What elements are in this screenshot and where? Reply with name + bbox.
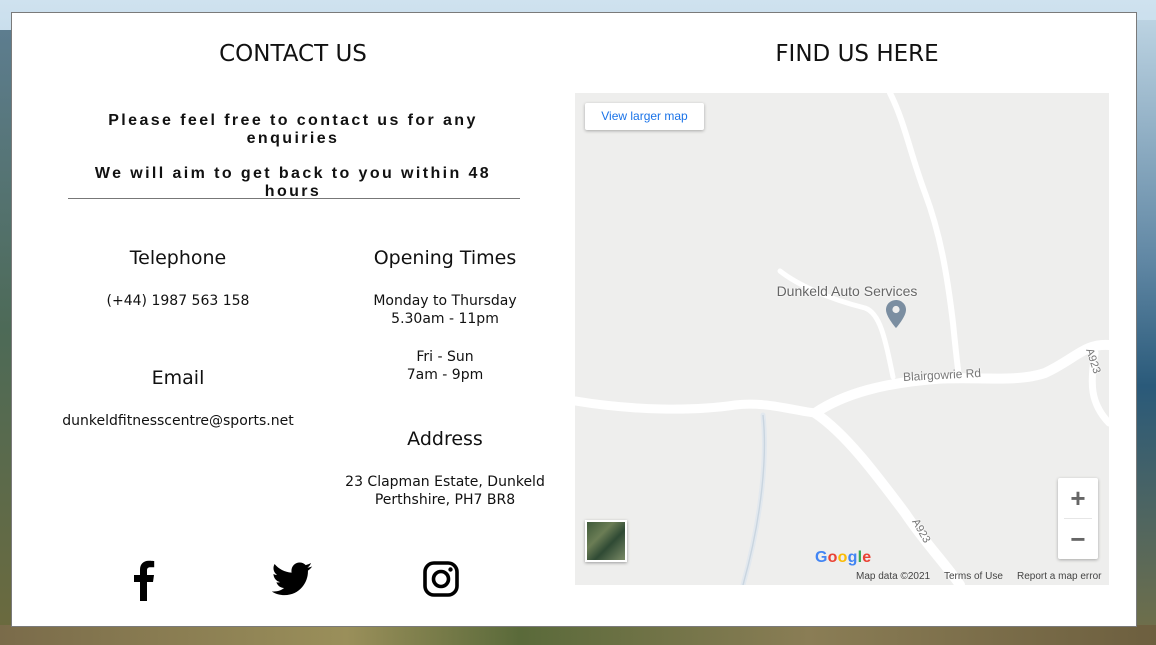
weekend-days: Fri - Sun xyxy=(416,349,474,365)
zoom-control: + − xyxy=(1058,478,1098,559)
view-larger-map-link[interactable]: View larger map xyxy=(585,103,704,130)
divider xyxy=(68,198,520,199)
facebook-icon[interactable] xyxy=(122,557,166,601)
satellite-layer-toggle[interactable] xyxy=(585,520,627,562)
contact-title: CONTACT US xyxy=(219,41,367,67)
email-address: dunkeldfitnesscentre@sports.net xyxy=(62,413,294,429)
zoom-in-button[interactable]: + xyxy=(1058,478,1098,518)
weekend-hours: 7am - 9pm xyxy=(406,367,484,383)
map-place-label[interactable]: Dunkeld Auto Services xyxy=(765,283,929,299)
telephone-number: (+44) 1987 563 158 xyxy=(106,293,250,309)
background-ground xyxy=(0,625,1156,645)
weekday-days: Monday to Thursday xyxy=(373,293,517,309)
map-pin-icon[interactable] xyxy=(886,300,906,328)
instagram-icon[interactable] xyxy=(419,557,463,601)
email-heading: Email xyxy=(151,367,205,389)
opening-times-heading: Opening Times xyxy=(373,247,517,269)
map-data-credit: Map data ©2021 xyxy=(856,571,931,582)
terms-of-use-link[interactable]: Terms of Use xyxy=(944,571,1003,582)
map-roads xyxy=(575,93,1109,585)
find-us-title: FIND US HERE xyxy=(775,41,939,67)
address-heading: Address xyxy=(407,428,483,450)
google-logo: Google xyxy=(815,549,872,566)
embedded-map[interactable]: View larger map Dunkeld Auto Services Bl… xyxy=(575,93,1109,585)
response-time-line: We will aim to get back to you within 48… xyxy=(94,165,492,200)
contact-card: CONTACT US Please feel free to contact u… xyxy=(11,12,1137,627)
address-line-2: Perthshire, PH7 BR8 xyxy=(374,492,516,508)
report-map-error-link[interactable]: Report a map error xyxy=(1017,571,1101,582)
twitter-icon[interactable] xyxy=(270,557,314,601)
zoom-out-button[interactable]: − xyxy=(1058,519,1098,559)
contact-intro-line: Please feel free to contact us for any e… xyxy=(108,112,478,147)
telephone-heading: Telephone xyxy=(129,247,227,269)
background-scenery-right xyxy=(1136,20,1156,630)
address-line-1: 23 Clapman Estate, Dunkeld xyxy=(345,474,545,490)
weekday-hours: 5.30am - 11pm xyxy=(391,311,499,327)
